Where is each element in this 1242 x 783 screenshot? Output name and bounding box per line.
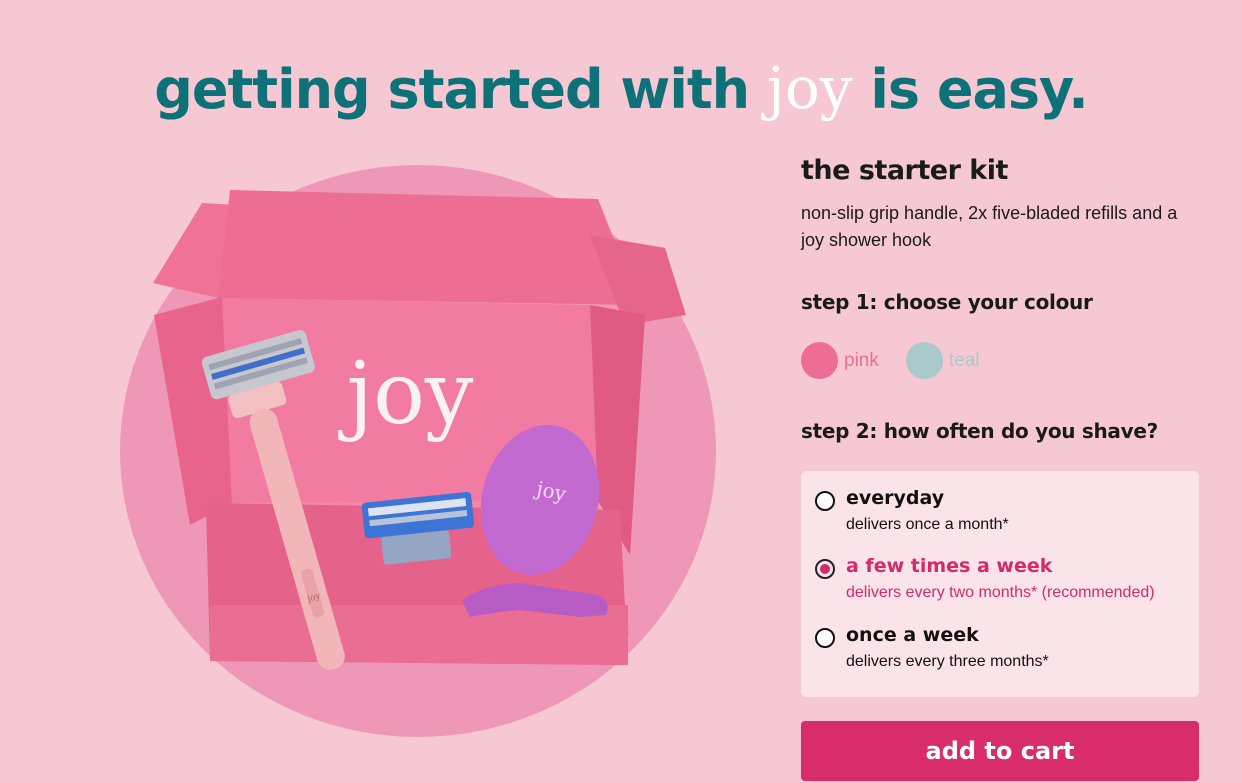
headline-text-end: is easy. <box>852 58 1088 122</box>
product-title: the starter kit <box>801 155 1008 186</box>
add-to-cart-button[interactable]: add to cart <box>801 721 1199 781</box>
box-logo: joy <box>337 344 473 444</box>
box-lid <box>218 190 640 305</box>
radio-button[interactable] <box>815 559 835 579</box>
colour-option-teal[interactable]: teal <box>906 342 980 379</box>
colour-option-pink[interactable]: pink <box>801 342 879 379</box>
box-left-side <box>154 297 232 525</box>
option-subtitle: delivers once a month* <box>846 516 1009 533</box>
colour-label-teal: teal <box>949 349 980 371</box>
step-2-label: step 2: how often do you shave? <box>801 419 1158 443</box>
option-title: once a week <box>846 624 979 646</box>
product-description: non-slip grip handle, 2x five-bladed ref… <box>801 203 1178 250</box>
radio-button[interactable] <box>815 491 835 511</box>
radio-button[interactable] <box>815 628 835 648</box>
colour-label-pink: pink <box>844 349 879 371</box>
starter-kit-product-image: joy joy joy <box>153 190 686 670</box>
headline-text-start: getting started with <box>154 58 767 122</box>
option-title: a few times a week <box>846 555 1053 577</box>
option-subtitle: delivers every two months* (recommended) <box>846 584 1155 601</box>
option-title: everyday <box>846 487 945 509</box>
headline-brand: joy <box>766 54 853 123</box>
teal-swatch[interactable] <box>906 342 943 379</box>
frequency-options-panel: everyday delivers once a month* a few ti… <box>801 471 1199 697</box>
step-1-label: step 1: choose your colour <box>801 290 1093 314</box>
pink-swatch[interactable] <box>801 342 838 379</box>
option-subtitle: delivers every three months* <box>846 653 1049 670</box>
page-headline: getting started with joy is easy. <box>0 54 1242 122</box>
